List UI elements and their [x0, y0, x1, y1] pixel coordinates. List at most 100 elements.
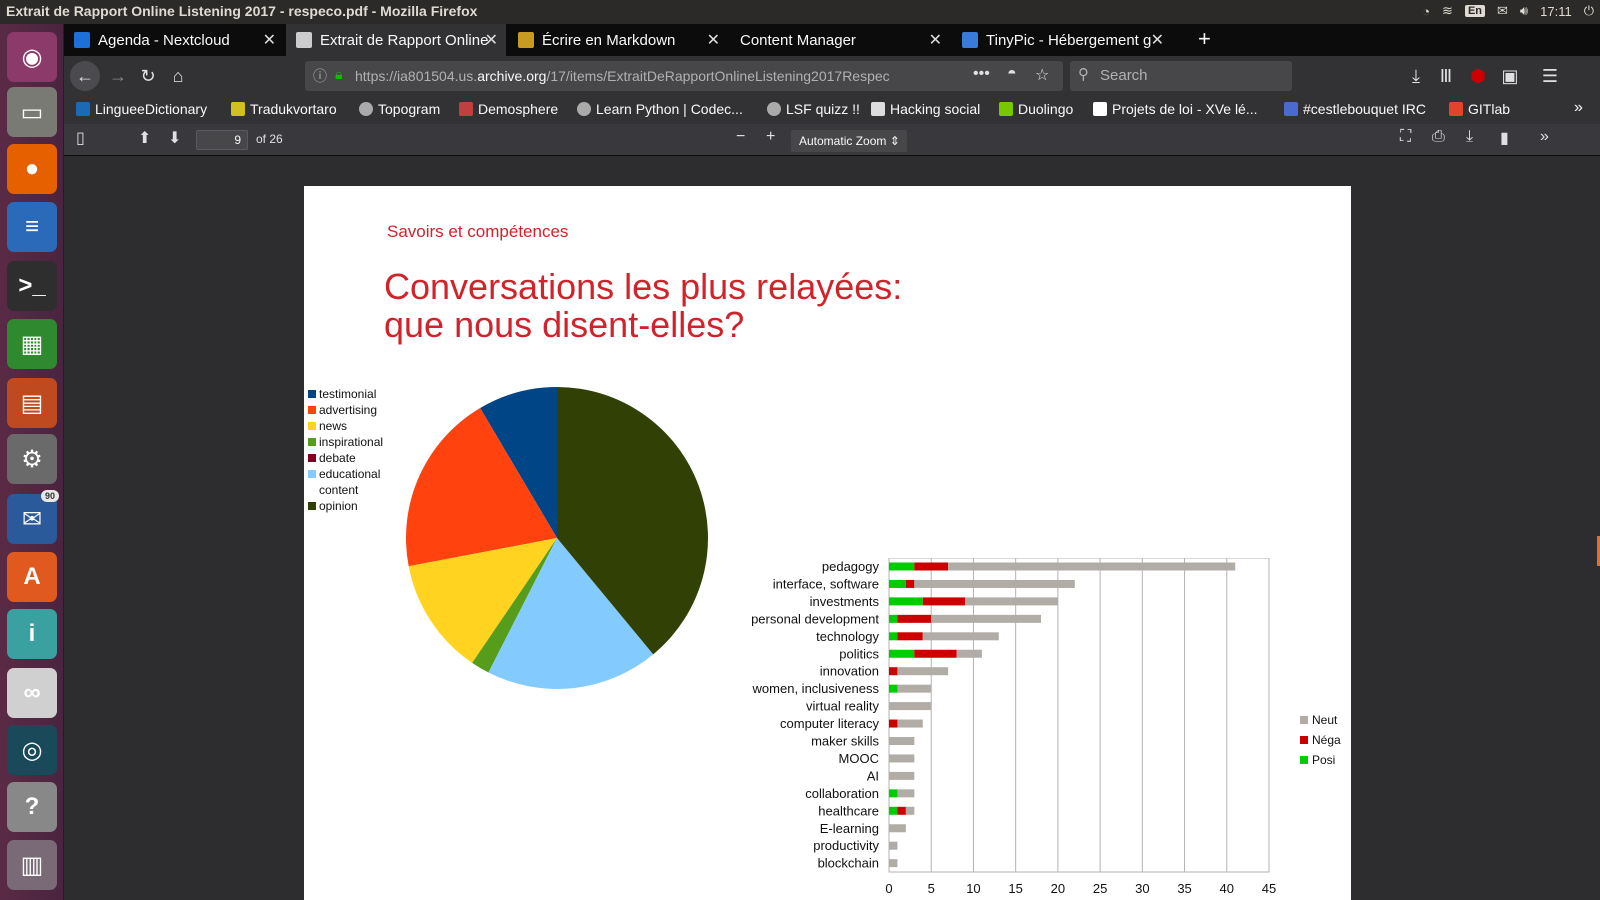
close-icon[interactable]: ✕	[485, 30, 498, 50]
tools-overflow-icon[interactable]: »	[1540, 128, 1549, 146]
pdf-reader-icon[interactable]: ∞	[7, 668, 57, 718]
mail-icon[interactable]: ✉	[1497, 3, 1508, 19]
category-label: virtual reality	[806, 699, 879, 714]
bookmark-tradukvortaro[interactable]: Tradukvortaro	[231, 101, 337, 117]
bookmark-hacking-social[interactable]: Hacking social	[871, 101, 980, 117]
impress-icon[interactable]: ▤	[7, 378, 57, 428]
wifi-icon[interactable]: ≋	[1442, 3, 1453, 19]
tab-agenda-nextcloud[interactable]: Agenda - Nextcloud ✕	[64, 24, 284, 56]
bookmark-learn-python[interactable]: Learn Python | Codec...	[577, 101, 743, 117]
tab-label: Agenda - Nextcloud	[98, 31, 230, 49]
legend-swatch	[1300, 756, 1308, 764]
page-number-input[interactable]: 9	[196, 130, 248, 150]
presentation-mode-icon[interactable]: ⛶	[1400, 128, 1411, 146]
bookmarks-overflow-icon[interactable]: »	[1574, 99, 1583, 117]
network-icon[interactable]: ◔	[1422, 4, 1430, 19]
bookmarks-toolbar: LingueeDictionary Tradukvortaro Topogram…	[64, 96, 1600, 124]
trash-icon[interactable]: ▥	[7, 840, 57, 890]
ubuntu-dash-icon[interactable]: ◉	[7, 32, 57, 82]
app-icon[interactable]: i	[7, 609, 57, 659]
bar-segment-neut	[889, 859, 898, 868]
pdf-page: Savoirs et compétences Conversations les…	[304, 186, 1351, 900]
search-input[interactable]: ⚲ Search	[1070, 61, 1292, 91]
sidebar-toggle-icon[interactable]: ▯	[76, 128, 85, 148]
clock[interactable]: 17:11	[1540, 4, 1572, 19]
tab-ecrire-en-markdown[interactable]: Écrire en Markdown ✕	[508, 24, 728, 56]
bookmark-demosphere[interactable]: Demosphere	[459, 101, 558, 117]
bar-segment-posi	[889, 789, 898, 798]
thunderbird-icon[interactable]: ✉ 90	[7, 490, 59, 544]
duolingo-icon	[999, 102, 1013, 116]
help-icon[interactable]: ?	[7, 782, 57, 832]
legend-item: educational content	[308, 466, 389, 498]
print-icon[interactable]: ⎙	[1432, 128, 1445, 146]
close-icon[interactable]: ✕	[1151, 30, 1164, 50]
zoom-select[interactable]: Automatic Zoom ⇕	[791, 130, 907, 152]
legend-label: advertising	[319, 403, 378, 417]
previous-page-button[interactable]: ⬆	[138, 128, 151, 148]
bookmark-lsf-quizz[interactable]: LSF quizz !!	[767, 101, 860, 117]
volume-icon[interactable]: 🔊︎	[1520, 3, 1528, 19]
bookmark-icon[interactable]: ▮	[1500, 128, 1509, 148]
close-icon[interactable]: ✕	[707, 30, 720, 50]
url-bar[interactable]: ⓘ 🔒︎ https://ia801504.us.archive.org/17/…	[305, 61, 1063, 91]
tab-label: Écrire en Markdown	[542, 31, 676, 49]
bookmark-star-icon[interactable]: ☆	[1035, 65, 1049, 85]
downloads-icon[interactable]: ⤓	[1402, 62, 1430, 90]
bookmark-favicon-icon	[76, 102, 90, 116]
bar-segment-neut	[965, 597, 1058, 606]
app-icon[interactable]: ◎	[7, 725, 57, 775]
url-text[interactable]: https://ia801504.us.archive.org/17/items…	[355, 68, 945, 84]
close-icon[interactable]: ✕	[263, 30, 276, 50]
tab-extrait-de-rapport[interactable]: Extrait de Rapport Online ✕	[286, 24, 506, 56]
bookmark-projets-de-loi[interactable]: Projets de loi - XVe lé...	[1093, 101, 1258, 117]
close-icon[interactable]: ✕	[929, 30, 942, 50]
pocket-icon[interactable]: ◓	[1007, 65, 1017, 83]
bookmark-cestlebouquet-irc[interactable]: #cestlebouquet IRC	[1284, 101, 1426, 117]
bookmark-duolingo[interactable]: Duolingo	[999, 101, 1073, 117]
bookmark-topogram[interactable]: Topogram	[359, 101, 440, 117]
new-tab-button[interactable]: +	[1198, 26, 1211, 52]
bar-segment-posi	[889, 597, 923, 606]
bar-segment-posi	[889, 579, 906, 588]
tab-content-manager[interactable]: Content Manager ✕	[730, 24, 950, 56]
sidebar-toggle-icon[interactable]: ▣	[1496, 62, 1524, 90]
ublock-icon[interactable]: ⬢	[1464, 62, 1492, 90]
library-icon[interactable]: Ⅲ	[1432, 62, 1460, 90]
reload-button[interactable]: ↻	[134, 62, 162, 90]
firefox-icon[interactable]: ●	[7, 144, 57, 194]
settings-icon[interactable]: ⚙	[7, 434, 57, 484]
menu-icon[interactable]: ☰	[1536, 62, 1564, 90]
bar-legend: Neut Néga Posi	[1300, 710, 1341, 770]
next-page-button[interactable]: ⬇	[168, 128, 181, 148]
page-count: of 26	[256, 132, 283, 146]
info-icon[interactable]: ⓘ	[313, 66, 327, 86]
page-actions-icon[interactable]: •••	[973, 65, 990, 83]
globe-icon	[359, 102, 373, 116]
bar-segment-néga	[897, 614, 932, 623]
firefox-window: Agenda - Nextcloud ✕ Extrait de Rapport …	[64, 24, 1600, 900]
bar-segment-posi	[889, 562, 915, 571]
files-icon[interactable]: ▭	[7, 87, 57, 137]
writer-icon[interactable]: ≡	[7, 202, 57, 252]
tab-tinypic[interactable]: TinyPic - Hébergement g ✕	[952, 24, 1172, 56]
terminal-icon[interactable]: >_	[7, 261, 57, 311]
category-label: healthcare	[818, 803, 879, 818]
software-center-icon[interactable]: A	[7, 552, 57, 602]
power-icon[interactable]: ⏻	[1584, 3, 1594, 19]
lock-icon[interactable]: 🔒︎	[335, 66, 342, 83]
section-label: Savoirs et compétences	[387, 222, 569, 241]
calc-icon[interactable]: ▦	[7, 319, 57, 369]
keyboard-layout-indicator[interactable]: En	[1464, 5, 1486, 17]
pdf-viewer[interactable]: Savoirs et compétences Conversations les…	[64, 156, 1600, 900]
bookmark-lingueedictionary[interactable]: LingueeDictionary	[76, 101, 207, 117]
zoom-out-button[interactable]: −	[736, 128, 745, 146]
bar-segment-néga	[897, 806, 906, 815]
bookmark-gitlab[interactable]: GITlab	[1449, 101, 1510, 117]
download-icon[interactable]: ⤓	[1466, 128, 1473, 146]
legend-swatch	[308, 454, 316, 462]
home-button[interactable]: ⌂	[164, 62, 192, 90]
zoom-in-button[interactable]: +	[766, 128, 775, 146]
back-button[interactable]: ←	[70, 61, 100, 91]
forward-button[interactable]: →	[104, 62, 132, 90]
